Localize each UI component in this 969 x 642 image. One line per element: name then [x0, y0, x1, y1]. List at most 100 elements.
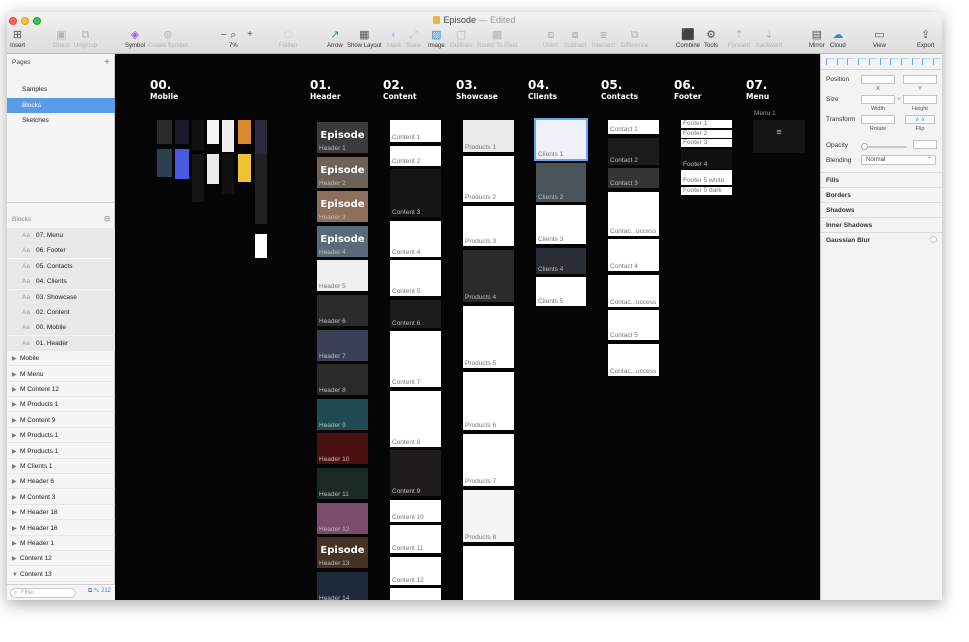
disclosure-icon[interactable]: ▶	[12, 352, 20, 367]
artboard-title[interactable]: 03. Showcase	[456, 78, 498, 102]
disclosure-icon[interactable]: ▶	[12, 398, 20, 413]
artboard-thumbnail[interactable]	[222, 154, 234, 194]
artboard-thumbnail[interactable]	[157, 149, 172, 177]
align-icon[interactable]	[858, 58, 867, 65]
disclosure-icon[interactable]: ▶	[12, 506, 20, 521]
add-page-icon[interactable]: +	[104, 56, 110, 70]
disclosure-icon[interactable]: ▶	[12, 552, 20, 567]
arrow-toolbar-button[interactable]: ↗ Arrow	[327, 29, 343, 53]
create-symbol-toolbar-button[interactable]: ⊛ Create Symbol	[148, 29, 188, 53]
align-icon[interactable]	[922, 58, 931, 65]
artboard-thumbnail[interactable]: Footer 5 dark	[681, 186, 732, 195]
disclosure-open-icon[interactable]: ▼	[12, 568, 20, 583]
inspector-section-inner-shadows[interactable]: Inner Shadows	[821, 217, 942, 232]
artboard-thumbnail[interactable]: Header 10	[317, 433, 368, 465]
layer-group[interactable]: ▶ M Clients 1	[7, 459, 115, 474]
artboard-thumbnail[interactable]: Header 11	[317, 468, 368, 499]
align-icon[interactable]	[847, 58, 856, 65]
artboard-thumbnail[interactable]: Episode Header 4	[317, 225, 368, 257]
artboard-thumbnail[interactable]: Content 12	[390, 556, 441, 585]
disclosure-icon[interactable]: ▶	[12, 460, 20, 475]
inspector-section-borders[interactable]: Borders	[821, 187, 942, 202]
align-icon[interactable]	[868, 58, 877, 65]
zoom-toolbar-button[interactable]: ⌕ 7%	[229, 29, 238, 53]
artboard-thumbnail[interactable]: Contact 3	[608, 168, 659, 188]
artboard-thumbnail[interactable]: Header 7	[317, 329, 368, 361]
collapse-layers-icon[interactable]: ⊟	[104, 213, 110, 227]
difference-toolbar-button[interactable]: ⧉ Difference	[621, 29, 648, 53]
ungroup-toolbar-button[interactable]: ⧉ Ungroup	[74, 29, 97, 53]
lock-ratio-icon[interactable]: ≡	[896, 96, 902, 102]
rotate-field[interactable]	[861, 115, 895, 124]
artboard-title[interactable]: 01. Header	[310, 78, 341, 102]
filter-input[interactable]: ⌕ Filter	[10, 588, 76, 598]
artboard-thumbnail[interactable]	[207, 120, 219, 144]
artboard-thumbnail[interactable]: Products 7	[463, 434, 514, 486]
artboard-thumbnail[interactable]: Products 1	[463, 120, 514, 152]
artboard-thumbnail[interactable]: Header 14	[317, 571, 368, 600]
artboard-thumbnail[interactable]	[255, 120, 267, 155]
artboard-thumbnail[interactable]	[175, 149, 189, 179]
inspector-section-fills[interactable]: Fills	[821, 172, 942, 187]
artboard-thumbnail[interactable]: Products 9	[463, 546, 514, 600]
artboard-thumbnail[interactable]: Footer 2	[681, 129, 732, 138]
disclosure-icon[interactable]: ▶	[12, 445, 20, 460]
layer-item[interactable]: Aa 02. Content	[7, 305, 115, 320]
layer-item[interactable]: Aa 03. Showcase	[7, 289, 115, 305]
align-icon[interactable]	[900, 58, 909, 65]
align-icon[interactable]	[933, 58, 941, 65]
artboard-thumbnail[interactable]: Products 2	[463, 156, 514, 202]
artboard-thumbnail[interactable]: Clients 3	[536, 205, 586, 244]
artboard-thumbnail[interactable]: Episode Header 2	[317, 156, 368, 188]
tools-toolbar-button[interactable]: ⚙ Tools	[704, 29, 718, 53]
artboard-thumbnail[interactable]: Content 11	[390, 525, 441, 553]
artboard-thumbnail[interactable]: Contact 4	[608, 239, 659, 271]
forward-toolbar-button[interactable]: ⇡ Forward	[728, 29, 750, 53]
disclosure-icon[interactable]: ▶	[12, 368, 20, 383]
artboard-thumbnail[interactable]: Clients 2	[536, 162, 586, 202]
disclosure-icon[interactable]: ▶	[12, 537, 20, 552]
align-icon[interactable]	[879, 58, 888, 65]
layer-item[interactable]: Aa 05. Contacts	[7, 258, 115, 274]
layer-item[interactable]: Aa 00. Mobile	[7, 320, 115, 336]
layer-group[interactable]: ▶ M Products 1	[7, 397, 115, 413]
union-toolbar-button[interactable]: ⧈ Union	[543, 29, 559, 53]
artboard-thumbnail[interactable]: Content 7	[390, 331, 441, 387]
artboard-title[interactable]: 02. Content	[383, 78, 417, 102]
mask-toolbar-button[interactable]: ◐ Mask	[387, 29, 401, 53]
artboard-thumbnail[interactable]: Contact 1	[608, 120, 659, 134]
layer-group[interactable]: ▶ M Products 1	[7, 444, 115, 459]
artboard-thumbnail[interactable]: Header 9	[317, 398, 368, 430]
artboard-thumbnail[interactable]: Content 13	[390, 588, 441, 600]
layer-group[interactable]: ▶ Content 12	[7, 551, 115, 567]
opacity-slider-knob[interactable]	[861, 143, 868, 150]
cloud-toolbar-button[interactable]: ☁ Cloud	[830, 29, 846, 53]
opacity-field[interactable]	[913, 140, 937, 149]
artboard-thumbnail[interactable]: Contact 2	[608, 137, 659, 165]
disclosure-icon[interactable]: ▶	[12, 522, 20, 537]
blending-select[interactable]: Normal ⌃	[861, 155, 936, 165]
artboard-thumbnail[interactable]	[192, 120, 204, 150]
zoom-in-button[interactable]: +	[247, 29, 253, 40]
artboard-thumbnail[interactable]: Content 5	[390, 260, 441, 296]
artboard-thumbnail[interactable]	[222, 120, 234, 152]
page-item-sketches[interactable]: Sketches	[7, 113, 115, 128]
flatten-toolbar-button[interactable]: ⬭ Flatten	[279, 29, 297, 53]
artboard-thumbnail[interactable]: Content 6	[390, 299, 441, 328]
layer-item[interactable]: Aa 04. Clients	[7, 274, 115, 290]
artboard-thumbnail[interactable]: Clients 4	[536, 247, 586, 274]
artboard-thumbnail[interactable]: Products 4	[463, 250, 514, 302]
layer-group[interactable]: ▶ M Header 18	[7, 505, 115, 521]
artboard-thumbnail[interactable]: Footer 3	[681, 139, 732, 147]
symbol-toolbar-button[interactable]: ◈ Symbol	[125, 29, 145, 53]
layer-item[interactable]: Aa 06. Footer	[7, 243, 115, 259]
zoom-out-button[interactable]: –	[221, 29, 227, 40]
show-layout-toolbar-button[interactable]: ▦ Show Layout	[347, 29, 382, 53]
artboard-thumbnail[interactable]: Episode Header 3	[317, 191, 368, 223]
align-icon[interactable]	[911, 58, 920, 65]
artboard-thumbnail[interactable]: Contac...uccess	[608, 274, 659, 307]
artboard-thumbnail[interactable]: Clients 1	[534, 118, 588, 161]
artboard-thumbnail[interactable]	[192, 154, 204, 202]
layer-group[interactable]: ▶ M Products 1	[7, 428, 115, 444]
design-canvas[interactable]: 00. Mobile 01. Header 02. Content 03. Showcase 0…	[115, 54, 820, 600]
